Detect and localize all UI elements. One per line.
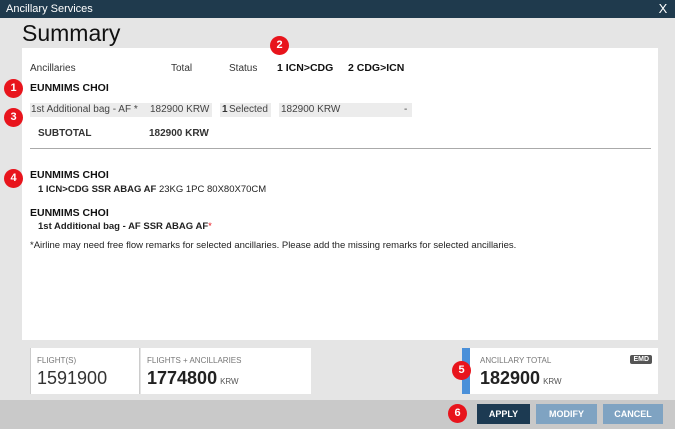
- header-segment-1[interactable]: 1 ICN>CDG: [277, 62, 333, 74]
- ancillary-status: Selected: [229, 104, 268, 115]
- subtotal-label: SUBTOTAL: [38, 128, 92, 139]
- modify-button[interactable]: MODIFY: [536, 404, 597, 424]
- ancillary-total-box: ANCILLARY TOTAL EMD 182900 KRW: [462, 348, 658, 394]
- close-icon[interactable]: X: [655, 0, 671, 18]
- detail-passenger-name: EUNMIMS CHOI: [30, 207, 109, 219]
- annotation-badge: 1: [4, 79, 23, 98]
- emd-badge: EMD: [630, 355, 652, 364]
- section-divider: [30, 148, 651, 149]
- ancillary-total-value: 182900 KRW: [480, 368, 562, 388]
- remarks-note: *Airline may need free flow remarks for …: [30, 240, 517, 251]
- apply-button[interactable]: APPLY: [477, 404, 530, 424]
- annotation-badge: 3: [4, 108, 23, 127]
- flights-ancillaries-box: FLIGHTS + ANCILLARIES 1774800 KRW: [141, 348, 311, 394]
- header-total: Total: [171, 63, 193, 74]
- annotation-badge: 5: [452, 361, 471, 380]
- ancillary-item: 1st Additional bag - AF *: [31, 104, 138, 115]
- subtotal-value: 182900 KRW: [149, 128, 209, 139]
- annotation-badge: 4: [4, 169, 23, 188]
- detail-passenger-name: EUNMIMS CHOI: [30, 169, 109, 181]
- detail-line: 1 ICN>CDG SSR ABAG AF 23KG 1PC 80X80X70C…: [38, 184, 267, 195]
- detail-line: 1st Additional bag - AF SSR ABAG AF*: [38, 221, 212, 232]
- page-title: Summary: [22, 20, 121, 46]
- segment-2-value: -: [404, 104, 408, 115]
- ancillary-count: 1: [222, 104, 228, 115]
- window-title: Ancillary Services: [6, 3, 93, 15]
- header-segment-2[interactable]: 2 CDG>ICN: [348, 62, 404, 74]
- flights-ancillaries-value: 1774800 KRW: [147, 368, 239, 388]
- ancillary-total-label: ANCILLARY TOTAL: [480, 356, 552, 365]
- passenger-name: EUNMIMS CHOI: [30, 82, 109, 94]
- header-ancillaries: Ancillaries: [30, 63, 76, 74]
- window-titlebar: Ancillary Services X: [0, 0, 675, 18]
- cancel-button[interactable]: CANCEL: [603, 404, 663, 424]
- flights-ancillaries-label: FLIGHTS + ANCILLARIES: [147, 356, 242, 365]
- row-separator: [271, 103, 279, 117]
- flights-total-box: FLIGHT(S) 1591900: [30, 348, 140, 394]
- totals-bar: FLIGHT(S) 1591900 FLIGHTS + ANCILLARIES …: [22, 348, 658, 394]
- header-status: Status: [229, 63, 258, 74]
- annotation-badge: 2: [270, 36, 289, 55]
- flights-label: FLIGHT(S): [37, 356, 77, 365]
- annotation-badge: 6: [448, 404, 467, 423]
- ancillary-price: 182900 KRW: [150, 104, 210, 115]
- row-separator: [212, 103, 220, 117]
- segment-1-value: 182900 KRW: [281, 104, 341, 115]
- flights-value: 1591900: [37, 368, 108, 388]
